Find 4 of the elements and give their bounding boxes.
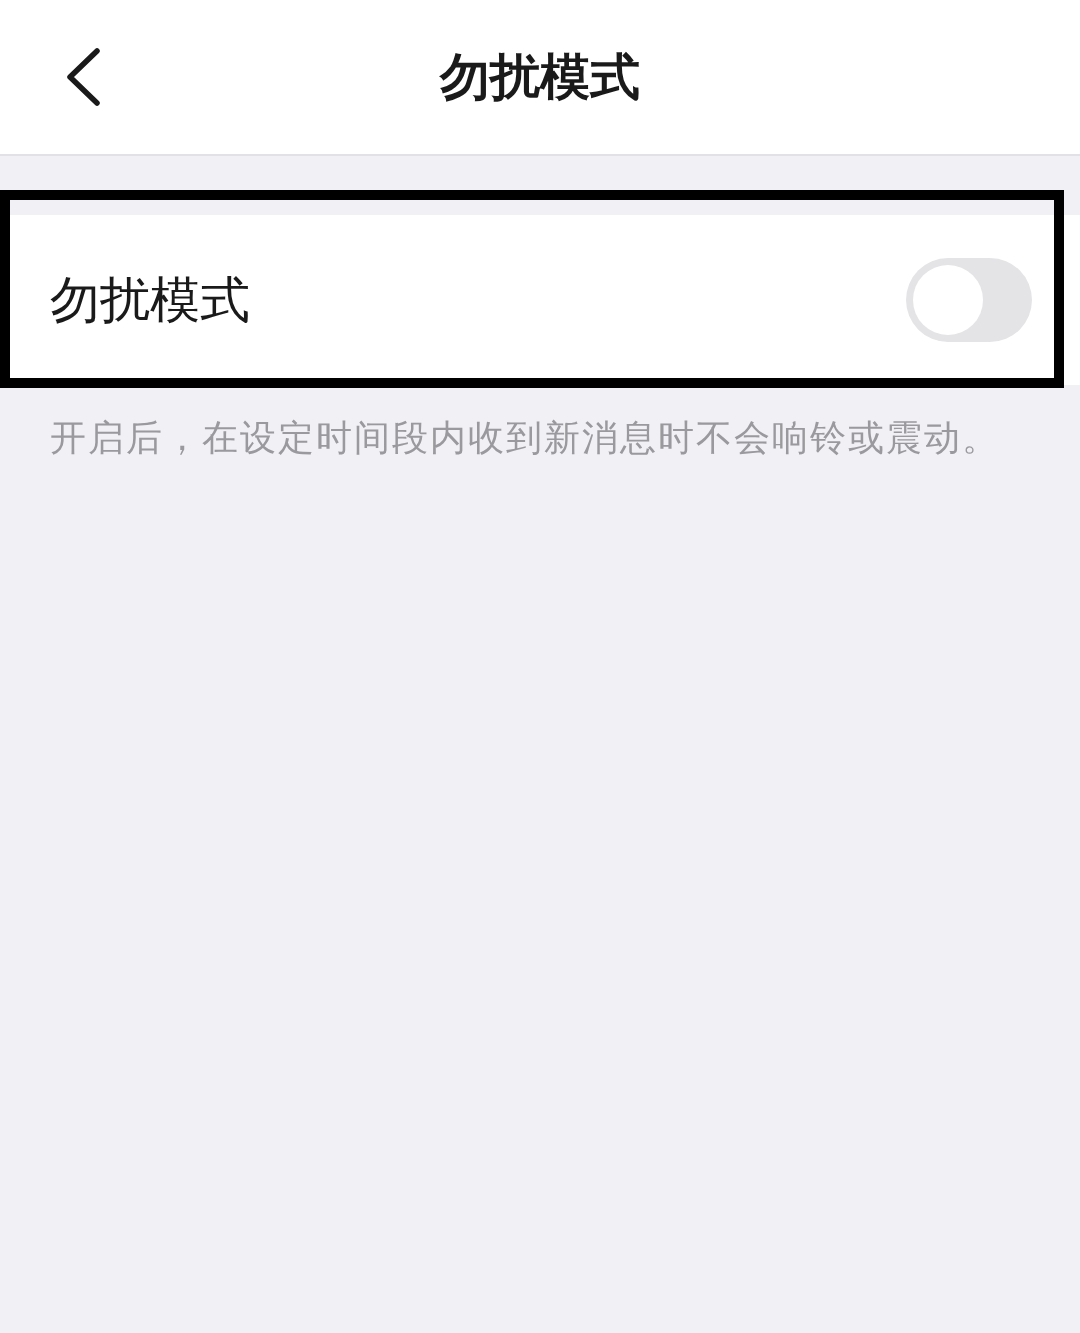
setting-description: 开启后，在设定时间段内收到新消息时不会响铃或震动。 (49, 416, 1001, 460)
page-title: 勿扰模式 (438, 47, 641, 107)
setting-label: 勿扰模式 (50, 270, 250, 330)
back-icon (66, 48, 102, 106)
